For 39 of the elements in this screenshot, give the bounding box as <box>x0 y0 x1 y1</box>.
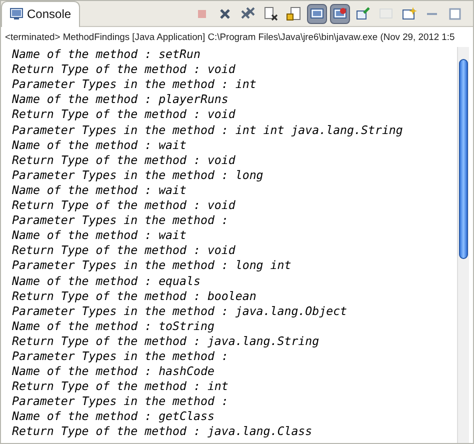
output-line: Name of the method : getClass <box>12 409 214 424</box>
output-line: Parameter Types in the method : int <box>12 77 256 92</box>
output-line: Name of the method : playerRuns <box>12 92 228 108</box>
monitor-button[interactable] <box>307 4 327 24</box>
output-line: Name of the method : wait <box>12 182 187 198</box>
output-line: Return Type of the method : java.lang.Class <box>12 424 312 440</box>
output-line: Name of the method : wait <box>12 138 187 153</box>
double-cross-icon <box>240 6 256 22</box>
monitor-icon <box>309 6 325 22</box>
output-line: Parameter Types in the method : <box>12 213 228 228</box>
monitor-icon <box>10 8 23 20</box>
minimize-icon <box>427 12 437 14</box>
output-line: Name of the method : setRun <box>12 47 200 62</box>
output-line: Return Type of the method : boolean <box>12 288 256 304</box>
page-cross-icon <box>263 6 279 22</box>
scrollbar[interactable] <box>457 47 469 443</box>
output-line: Parameter Types in the method : java.lang.Object <box>12 304 348 319</box>
scrollbar-thumb[interactable] <box>459 59 468 260</box>
output-line: Parameter Types in the method : long <box>12 168 264 183</box>
monitor-error-icon <box>332 6 348 22</box>
output-line: Return Type of the method : void <box>12 152 236 168</box>
output-line: Return Type of the method : int <box>12 379 228 394</box>
console-tab[interactable]: Console <box>1 0 80 26</box>
output-line: Name of the method : toString <box>12 318 214 334</box>
output-line: Return Type of the method : void <box>12 243 236 258</box>
output-line: Return Type of the method : void <box>12 198 236 214</box>
output-line: Parameter Types in the method : <box>12 394 228 410</box>
output-line: Return Type of the method : void <box>12 62 236 78</box>
output-line: Parameter Types in the method : long int <box>12 258 292 274</box>
output-line: Return Type of the method : java.lang.String <box>12 334 320 349</box>
output-line: Name of the method : equals <box>12 274 200 289</box>
output-line: Parameter Types in the method : <box>12 348 228 364</box>
output-line: Return Type of the method : void <box>12 107 236 123</box>
maximize-icon <box>447 6 463 22</box>
output-line: Parameter Types in the method : int int java.lang.String <box>12 122 403 138</box>
output-line: Name of the method : hashCode <box>12 364 214 380</box>
output-line: Name of the method : wait <box>12 228 187 244</box>
new-console-icon <box>401 6 417 22</box>
monitor-error-button[interactable] <box>330 4 350 24</box>
